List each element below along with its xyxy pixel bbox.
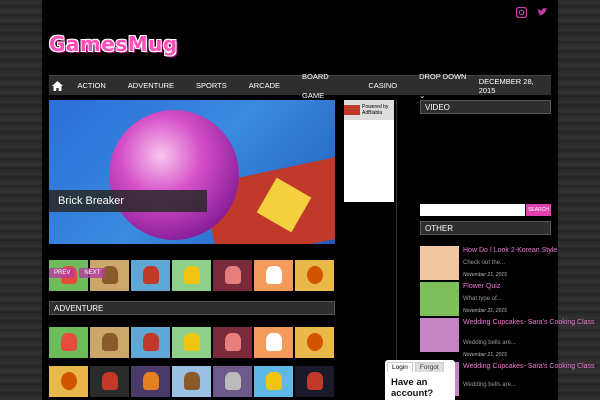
instagram-icon[interactable] — [515, 5, 528, 19]
nav-item-casino[interactable]: CASINO — [357, 76, 408, 95]
other-item-date: November 21, 2015 — [463, 352, 507, 358]
slider-pager: PREV NEXT — [49, 268, 106, 278]
nav-item-board-game[interactable]: BOARD GAME — [291, 67, 357, 105]
slide-caption[interactable]: Brick Breaker — [49, 190, 207, 212]
game-thumbnail[interactable] — [90, 366, 129, 397]
ad-banner[interactable]: Powered by AdBlabla — [344, 100, 394, 202]
ad-badge-icon — [344, 105, 360, 115]
game-thumbnail[interactable] — [172, 327, 211, 358]
nav-item-sports[interactable]: SPORTS — [185, 76, 238, 95]
nav-item-drop-down-label: DROP DOWN — [419, 71, 467, 81]
thumbnail[interactable] — [172, 260, 211, 291]
video-embed[interactable] — [420, 116, 551, 198]
other-list-item[interactable]: How Do I Look 2-Korean Style Check out t… — [420, 246, 557, 280]
search-input[interactable] — [420, 204, 525, 216]
other-item-snippet: What type of... — [463, 296, 502, 302]
section-heading-adventure: ADVENTURE — [49, 301, 335, 315]
game-thumbnail[interactable] — [131, 366, 170, 397]
login-heading: Have an account? — [391, 377, 434, 399]
game-thumbnail[interactable] — [254, 366, 293, 397]
thumbnail[interactable] — [131, 260, 170, 291]
game-thumbnail[interactable] — [213, 327, 252, 358]
other-item-title[interactable]: Flower Quiz — [463, 283, 500, 290]
other-item-snippet: Check out the... — [463, 260, 506, 266]
game-thumbnail[interactable] — [295, 366, 334, 397]
other-item-date: November 21, 2015 — [463, 308, 507, 314]
other-item-title[interactable]: Wedding Cupcakes- Sara's Cooking Class — [463, 319, 595, 326]
login-widget: Login Forgot Have an account? — [385, 360, 455, 400]
other-item-snippet: Wedding bells are... — [463, 340, 516, 346]
game-thumbnail[interactable] — [254, 327, 293, 358]
ad-powered-by: Powered by AdBlabla — [362, 104, 389, 116]
search-button[interactable]: SEARCH — [526, 204, 551, 216]
adventure-row — [49, 366, 334, 397]
featured-slider[interactable]: Brick Breaker — [49, 100, 335, 244]
nav-item-adventure[interactable]: ADVENTURE — [117, 76, 185, 95]
tab-forgot[interactable]: Forgot — [414, 362, 444, 372]
tab-login[interactable]: Login — [387, 362, 413, 372]
section-heading-other: OTHER — [420, 221, 551, 235]
game-thumbnail[interactable] — [213, 366, 252, 397]
page-container: GamesMug ACTION ADVENTURE SPORTS ARCADE … — [42, 0, 595, 400]
game-avatar — [420, 318, 459, 352]
nav-item-action[interactable]: ACTION — [66, 76, 116, 95]
twitter-icon[interactable] — [537, 5, 548, 16]
other-item-snippet: Wedding bells are... — [463, 382, 516, 388]
thumbnail[interactable] — [295, 260, 334, 291]
thumbnail[interactable] — [213, 260, 252, 291]
thumbnail[interactable] — [254, 260, 293, 291]
home-icon[interactable] — [49, 76, 66, 95]
game-thumbnail[interactable] — [295, 327, 334, 358]
game-thumbnail[interactable] — [131, 327, 170, 358]
other-list-item[interactable]: Flower Quiz What type of... November 21,… — [420, 282, 551, 316]
nav-item-arcade[interactable]: ARCADE — [238, 76, 291, 95]
main-nav: ACTION ADVENTURE SPORTS ARCADE BOARD GAM… — [49, 72, 551, 100]
adventure-row — [49, 327, 334, 358]
game-thumbnail[interactable] — [90, 327, 129, 358]
login-tabs: Login Forgot — [385, 360, 455, 372]
other-item-title[interactable]: How Do I Look 2-Korean Style — [463, 247, 557, 254]
site-logo[interactable]: GamesMug — [49, 32, 178, 56]
game-thumbnail[interactable] — [49, 327, 88, 358]
nav-date: DECEMBER 28, 2015 — [478, 76, 534, 95]
nav-item-drop-down[interactable]: DROP DOWN ⌄ — [408, 67, 479, 105]
next-button[interactable]: NEXT — [79, 268, 106, 278]
game-avatar — [420, 246, 459, 280]
other-item-date: November 21, 2015 — [463, 272, 507, 278]
social-links — [515, 5, 548, 19]
section-heading-video: VIDEO — [420, 100, 551, 114]
column-divider — [396, 100, 397, 360]
other-list-item[interactable]: Wedding Cupcakes- Sara's Cooking Class W… — [420, 318, 595, 358]
prev-button[interactable]: PREV — [49, 268, 76, 278]
game-thumbnail[interactable] — [49, 366, 88, 397]
game-thumbnail[interactable] — [172, 366, 211, 397]
game-avatar — [420, 282, 459, 316]
other-item-title[interactable]: Wedding Cupcakes- Sara's Cooking Class — [463, 363, 595, 370]
slide-image-ball — [109, 110, 239, 240]
ad-header: Powered by AdBlabla — [344, 100, 394, 120]
chevron-down-icon: ⌄ — [419, 90, 426, 100]
